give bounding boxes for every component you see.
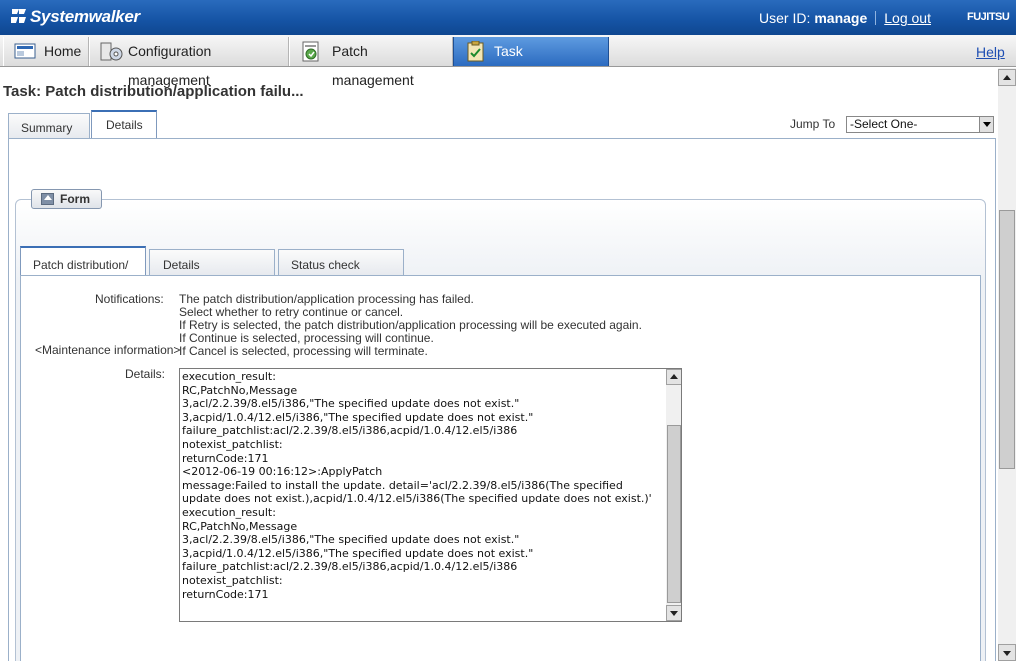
menu-patch-management[interactable]: Patch management <box>289 37 453 88</box>
tab-summary-label: Summary <box>21 121 73 135</box>
jump-to-label: Jump To <box>790 117 836 131</box>
tab-status-check-label: Status check <box>291 258 360 272</box>
systemwalker-logo-icon <box>11 9 26 23</box>
help-link[interactable]: Help <box>976 44 1005 60</box>
notification-line: If Cancel is selected, processing will t… <box>179 344 428 358</box>
menu-patch-label: Patch management <box>332 43 414 88</box>
notifications-label: Notifications: <box>95 292 164 306</box>
menu-task-label: Task management <box>494 43 576 88</box>
details-textarea[interactable]: execution_result: RC,PatchNo,Message 3,a… <box>179 368 682 622</box>
tab-patch-distribution-label: Patch distribution/ <box>33 258 129 272</box>
details-scrollbar[interactable] <box>666 369 681 621</box>
page-scrollbar[interactable] <box>998 68 1016 661</box>
tab-form-details[interactable]: Details <box>149 249 275 276</box>
form-legend-label: Form <box>60 192 90 206</box>
logout-link[interactable]: Log out <box>884 10 931 26</box>
tab-form-details-label: Details <box>163 258 200 272</box>
menu-configuration-label: Configuration management <box>128 43 212 88</box>
app-logo: Systemwalker <box>10 7 140 27</box>
notification-line: The patch distribution/application proce… <box>179 292 474 306</box>
tab-details[interactable]: Details <box>91 110 157 139</box>
tab-details-label: Details <box>106 118 143 132</box>
home-icon <box>14 43 36 59</box>
task-clipboard-icon <box>467 41 484 62</box>
page-scroll-down-button[interactable] <box>998 644 1016 661</box>
maintenance-info-label: <Maintenance information> <box>35 343 181 357</box>
main-menu-bar: Home Configuration management Patch mana… <box>0 35 1016 88</box>
form-collapse-button[interactable]: Form <box>31 189 102 209</box>
user-id-label: User ID: <box>759 10 811 26</box>
chevron-down-icon[interactable] <box>979 117 993 132</box>
user-id-value: manage <box>814 10 868 26</box>
configuration-icon <box>100 42 123 61</box>
collapse-up-icon <box>41 193 54 205</box>
top-header: Systemwalker User ID: manage Log out FUJIT… <box>0 0 1016 35</box>
user-area: User ID: manage Log out <box>759 10 931 26</box>
menu-home-label: Home <box>44 43 82 59</box>
page-scroll-up-button[interactable] <box>998 69 1016 86</box>
menu-configuration-management[interactable]: Configuration management <box>89 37 289 88</box>
app-name: Systemwalker <box>30 7 140 26</box>
fujitsu-logo: FUJITSU <box>967 11 1010 23</box>
tab-patch-distribution[interactable]: Patch distribution/ <box>20 246 146 276</box>
details-label: Details: <box>125 367 166 381</box>
jump-to-value: -Select One- <box>850 117 918 131</box>
tab-status-check[interactable]: Status check <box>278 249 404 276</box>
tab-summary[interactable]: Summary <box>8 113 90 139</box>
details-text: execution_result: RC,PatchNo,Message 3,a… <box>182 370 652 601</box>
jump-to-select[interactable]: -Select One- <box>846 116 994 133</box>
scroll-thumb[interactable] <box>667 425 681 603</box>
scroll-up-button[interactable] <box>666 369 681 385</box>
patch-icon <box>302 41 319 62</box>
menu-home[interactable]: Home <box>3 37 89 66</box>
notification-line: Select whether to retry continue or canc… <box>179 305 404 319</box>
divider <box>875 11 877 25</box>
menu-task-management[interactable]: Task management <box>453 37 609 88</box>
notification-line: If Continue is selected, processing will… <box>179 331 434 345</box>
page-scroll-thumb[interactable] <box>999 210 1015 469</box>
notification-line: If Retry is selected, the patch distribu… <box>179 318 642 332</box>
scroll-down-button[interactable] <box>666 605 681 621</box>
page-title: Task: Patch distribution/application fai… <box>3 83 304 100</box>
